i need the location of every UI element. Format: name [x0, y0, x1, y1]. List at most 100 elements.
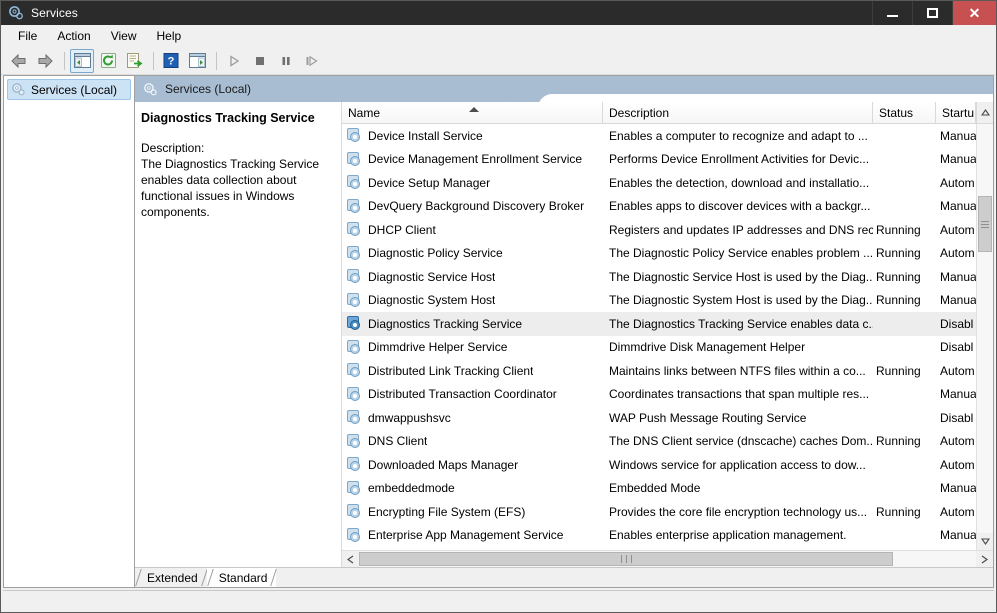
service-gear-icon: [347, 128, 362, 143]
horizontal-scrollbar[interactable]: [342, 550, 993, 567]
service-gear-icon: [347, 457, 362, 472]
column-header-status-label: Status: [879, 105, 914, 120]
service-name-label: DevQuery Background Discovery Broker: [368, 199, 585, 214]
back-arrow-icon[interactable]: [7, 49, 31, 73]
table-row[interactable]: Device Install Service Enables a computer…: [342, 124, 976, 148]
table-row[interactable]: embeddedmode Embedded Mode Manua: [342, 477, 976, 501]
service-name-label: Diagnostic Policy Service: [368, 246, 503, 261]
vertical-scrollbar[interactable]: [976, 124, 993, 550]
table-row[interactable]: Diagnostic System Host The Diagnostic Sys…: [342, 289, 976, 313]
tab-extended-label: Extended: [147, 570, 198, 585]
list-rows: Device Install Service Enables a computer…: [342, 124, 976, 550]
menu-item-view[interactable]: View: [102, 26, 146, 46]
table-row[interactable]: DHCP Client Registers and updates IP addr…: [342, 218, 976, 242]
menu-item-file[interactable]: File: [9, 26, 46, 46]
horizontal-scroll-thumb[interactable]: [359, 552, 893, 566]
pause-service-icon[interactable]: [274, 49, 298, 73]
export-list-icon[interactable]: [122, 49, 146, 73]
horizontal-scroll-track[interactable]: [359, 551, 976, 567]
toolbar: ?: [1, 47, 996, 75]
cell-startup-type: Autom: [940, 457, 975, 472]
show-hide-console-tree-icon[interactable]: [70, 48, 94, 73]
cell-description: Windows service for application access t…: [609, 457, 866, 472]
tree-node-services-local[interactable]: Services (Local): [7, 79, 131, 100]
tree-node-label: Services (Local): [31, 82, 118, 97]
cell-description: Enables the detection, download and inst…: [609, 175, 870, 190]
refresh-icon[interactable]: [96, 49, 120, 73]
column-header-startup-type[interactable]: Startu: [936, 102, 976, 123]
table-row[interactable]: Device Setup Manager Enables the detectio…: [342, 171, 976, 195]
menu-item-action[interactable]: Action: [48, 26, 99, 46]
scroll-left-button[interactable]: [342, 551, 359, 567]
table-row[interactable]: DNS Client The DNS Client service (dnscac…: [342, 430, 976, 454]
maximize-button[interactable]: [912, 1, 952, 25]
pane-header: Services (Local): [135, 76, 993, 102]
vertical-scroll-thumb[interactable]: [978, 196, 992, 252]
cell-description: Performs Device Enrollment Activities fo…: [609, 152, 870, 167]
toolbar-separator: [216, 51, 217, 70]
table-row[interactable]: Distributed Transaction Coordinator Coord…: [342, 383, 976, 407]
service-name-label: Dimmdrive Helper Service: [368, 340, 508, 355]
service-gear-icon: [347, 527, 362, 543]
tab-standard[interactable]: Standard: [206, 568, 278, 587]
stop-service-icon[interactable]: [248, 49, 272, 73]
cell-startup-type: Autom: [940, 175, 975, 190]
cell-name: DHCP Client: [342, 222, 603, 237]
scroll-right-button[interactable]: [976, 551, 993, 567]
cell-startup-type: Manua: [940, 387, 976, 402]
cell-description: Coordinates transactions that span multi…: [609, 387, 870, 402]
forward-arrow-icon[interactable]: [33, 49, 57, 73]
table-row[interactable]: Diagnostic Policy Service The Diagnostic …: [342, 242, 976, 266]
table-row[interactable]: DevQuery Background Discovery Broker Enab…: [342, 195, 976, 219]
pane-split: Diagnostics Tracking Service Description…: [135, 102, 993, 567]
cell-startup-type: Autom: [940, 222, 975, 237]
menu-item-help[interactable]: Help: [148, 26, 191, 46]
menu-bar: File Action View Help: [1, 25, 996, 47]
cell-status: Running: [876, 222, 921, 237]
service-name-label: DHCP Client: [368, 222, 436, 237]
start-service-icon[interactable]: [222, 49, 246, 73]
help-icon[interactable]: ?: [159, 49, 183, 73]
cell-description: Enables enterprise application managemen…: [609, 528, 847, 543]
cell-startup-type: Autom: [940, 434, 975, 449]
table-row[interactable]: Enterprise App Management Service Enables…: [342, 524, 976, 548]
cell-name: Device Management Enrollment Service: [342, 151, 603, 167]
cell-startup-type: Disabl: [940, 410, 974, 425]
table-row[interactable]: Device Management Enrollment Service Perf…: [342, 148, 976, 172]
scroll-thumb-grip: [981, 219, 989, 230]
column-header-description[interactable]: Description: [603, 102, 873, 123]
scroll-thumb-grip: [619, 555, 634, 563]
view-tabs: Extended Standard: [135, 567, 993, 587]
service-gear-icon: [347, 504, 362, 519]
cell-name: Device Setup Manager: [342, 175, 603, 190]
service-gear-icon: [347, 292, 362, 308]
table-row[interactable]: Dimmdrive Helper Service Dimmdrive Disk M…: [342, 336, 976, 360]
svg-text:?: ?: [168, 56, 175, 68]
column-header-status[interactable]: Status: [873, 102, 936, 123]
table-row[interactable]: Distributed Link Tracking Client Maintain…: [342, 359, 976, 383]
vertical-scroll-track[interactable]: [977, 124, 993, 533]
table-row[interactable]: dmwappushsvc WAP Push Message Routing Ser…: [342, 406, 976, 430]
table-row[interactable]: Encrypting File System (EFS) Provides the…: [342, 500, 976, 524]
table-row[interactable]: Diagnostic Service Host The Diagnostic Se…: [342, 265, 976, 289]
table-row[interactable]: Downloaded Maps Manager Windows service f…: [342, 453, 976, 477]
tab-edge-left: [206, 569, 214, 586]
column-header-description-label: Description: [609, 105, 670, 120]
description-text: The Diagnostics Tracking Service enables…: [141, 157, 320, 219]
toolbar-separator: [64, 51, 65, 70]
minimize-button[interactable]: [872, 1, 912, 25]
scroll-up-button[interactable]: [976, 102, 993, 123]
service-name-label: DNS Client: [368, 434, 428, 449]
table-row[interactable]: Diagnostics Tracking Service The Diagnost…: [342, 312, 976, 336]
restart-service-icon[interactable]: [300, 49, 324, 73]
service-gear-icon: [347, 363, 362, 378]
show-action-pane-icon[interactable]: [185, 49, 209, 73]
cell-startup-type: Autom: [940, 504, 975, 519]
tab-extended[interactable]: Extended: [135, 568, 208, 587]
pane-header-label: Services (Local): [165, 82, 252, 96]
selected-service-title: Diagnostics Tracking Service: [141, 111, 315, 125]
column-header-name[interactable]: Name: [342, 102, 603, 123]
service-name-label: Downloaded Maps Manager: [368, 457, 519, 472]
close-button[interactable]: ✕: [952, 1, 996, 25]
scroll-down-button[interactable]: [977, 533, 993, 550]
